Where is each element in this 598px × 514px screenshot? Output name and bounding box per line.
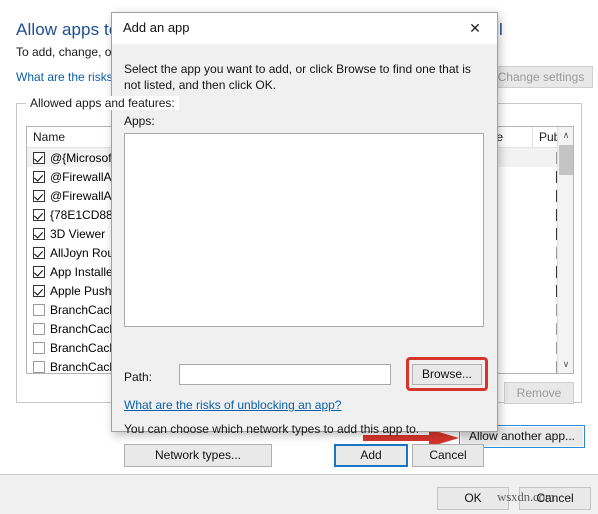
row-name-cell: AllJoyn Rout bbox=[33, 243, 117, 262]
row-checkbox[interactable] bbox=[33, 227, 45, 240]
row-checkbox[interactable] bbox=[33, 303, 45, 316]
dialog-title: Add an app bbox=[123, 20, 190, 35]
row-label: Apple Push bbox=[50, 283, 112, 298]
network-types-description: You can choose which network types to ad… bbox=[124, 422, 420, 436]
row-label: @{Microsoft bbox=[50, 150, 115, 165]
remove-button[interactable]: Remove bbox=[504, 382, 574, 404]
row-name-cell: {78E1CD88-4 bbox=[33, 205, 123, 224]
path-label: Path: bbox=[124, 370, 153, 384]
row-checkbox[interactable] bbox=[33, 341, 45, 354]
row-label: BranchCach bbox=[50, 321, 117, 336]
dialog-instruction: Select the app you want to add, or click… bbox=[124, 62, 471, 92]
apps-listbox[interactable] bbox=[124, 133, 484, 327]
scroll-down-icon[interactable]: ∨ bbox=[558, 356, 573, 373]
change-settings-button[interactable]: Change settings bbox=[489, 66, 593, 88]
add-an-app-dialog: Add an app ✕ Select the app you want to … bbox=[111, 12, 498, 467]
watermark: wsxdn.com bbox=[497, 489, 555, 504]
row-label: BranchCach bbox=[50, 302, 117, 317]
close-icon[interactable]: ✕ bbox=[453, 13, 497, 43]
row-label: App Installe bbox=[50, 264, 113, 279]
what-are-the-risks-link[interactable]: What are the risks? bbox=[16, 70, 119, 84]
row-name-cell: @FirewallAP bbox=[33, 186, 120, 205]
row-checkbox[interactable] bbox=[33, 360, 45, 373]
row-checkbox[interactable] bbox=[33, 284, 45, 297]
row-label: @FirewallAP bbox=[50, 188, 120, 203]
row-name-cell: BranchCach bbox=[33, 300, 116, 319]
row-name-cell: @{Microsoft bbox=[33, 148, 115, 167]
row-name-cell: 3D Viewer bbox=[33, 224, 105, 243]
dialog-titlebar: Add an app ✕ bbox=[112, 13, 497, 44]
network-types-button[interactable]: Network types... bbox=[124, 444, 272, 467]
row-label: BranchCach bbox=[50, 340, 117, 355]
path-input[interactable] bbox=[179, 364, 391, 385]
row-name-cell: Apple Push bbox=[33, 281, 111, 300]
row-checkbox[interactable] bbox=[33, 265, 45, 278]
row-checkbox[interactable] bbox=[33, 208, 45, 221]
scroll-up-icon[interactable]: ∧ bbox=[558, 127, 573, 144]
row-checkbox[interactable] bbox=[33, 189, 45, 202]
row-name-cell: BranchCach bbox=[33, 357, 117, 374]
row-name-cell: @FirewallAP bbox=[33, 167, 120, 186]
allowed-apps-group-label: Allowed apps and features: bbox=[26, 96, 179, 110]
row-checkbox[interactable] bbox=[33, 322, 45, 335]
row-label: 3D Viewer bbox=[50, 226, 106, 241]
apps-label: Apps: bbox=[124, 114, 155, 128]
row-checkbox[interactable] bbox=[33, 170, 45, 183]
browse-button[interactable]: Browse... bbox=[412, 364, 482, 385]
row-checkbox[interactable] bbox=[33, 246, 45, 259]
row-name-cell: BranchCach bbox=[33, 338, 116, 357]
dialog-cancel-button[interactable]: Cancel bbox=[412, 444, 484, 467]
row-label: BranchCach bbox=[50, 359, 117, 374]
unblocking-risks-link[interactable]: What are the risks of unblocking an app? bbox=[124, 398, 341, 412]
listview-scrollbar[interactable]: ∧ ∨ bbox=[557, 127, 573, 373]
row-label: AllJoyn Rout bbox=[50, 245, 118, 260]
row-label: @FirewallAP bbox=[50, 169, 120, 184]
row-name-cell: App Installe bbox=[33, 262, 113, 281]
screen: Allow apps to communicate through Window… bbox=[0, 0, 598, 514]
row-checkbox[interactable] bbox=[33, 151, 45, 164]
add-button[interactable]: Add bbox=[334, 444, 408, 467]
row-name-cell: BranchCach bbox=[33, 319, 116, 338]
scrollbar-thumb[interactable] bbox=[559, 145, 573, 175]
